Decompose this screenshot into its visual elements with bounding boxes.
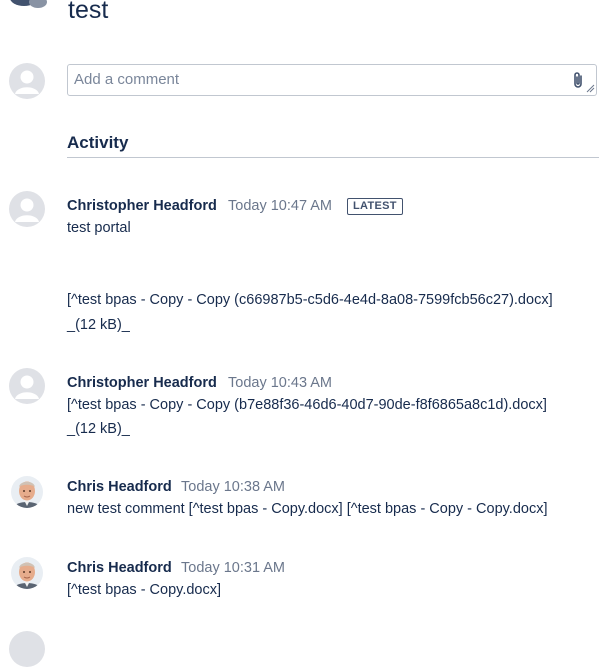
comment-time[interactable]: Today 10:47 AM [228, 198, 332, 214]
author-avatar [11, 557, 43, 589]
chat-bubbles-icon [10, 0, 47, 8]
author-avatar [11, 476, 43, 508]
activity-heading: Activity [67, 133, 129, 152]
comment-box[interactable] [67, 64, 597, 96]
comment-time[interactable]: Today 10:38 AM [181, 479, 285, 495]
comment-time[interactable]: Today 10:43 AM [228, 375, 332, 391]
resize-handle-icon[interactable] [586, 84, 595, 93]
attachment-link[interactable]: [^test bpas - Copy - Copy (b7e88f36-46d6… [67, 397, 547, 413]
attachment-size: _(12 kB)_ [67, 421, 130, 437]
author-name[interactable]: Chris Headford [67, 479, 172, 495]
author-name[interactable]: Christopher Headford [67, 198, 217, 214]
author-name[interactable]: Chris Headford [67, 560, 172, 576]
latest-badge: LATEST [347, 198, 403, 215]
attachment-icon[interactable] [571, 71, 585, 89]
attachment-size: _(12 kB)_ [67, 317, 130, 333]
comment-text: new test comment [^test bpas - Copy.docx… [67, 501, 548, 517]
author-avatar [9, 368, 45, 404]
page-title: test [68, 0, 109, 24]
author-avatar [9, 191, 45, 227]
current-user-avatar [9, 63, 45, 99]
comment-time[interactable]: Today 10:31 AM [181, 560, 285, 576]
attachment-link[interactable]: [^test bpas - Copy - Copy (c66987b5-c5d6… [67, 292, 553, 308]
activity-divider [67, 157, 599, 158]
comment-input[interactable] [68, 65, 560, 93]
author-name[interactable]: Christopher Headford [67, 375, 217, 391]
attachment-link[interactable]: [^test bpas - Copy.docx] [67, 582, 221, 598]
author-avatar [9, 631, 45, 667]
comment-text: test portal [67, 220, 131, 236]
